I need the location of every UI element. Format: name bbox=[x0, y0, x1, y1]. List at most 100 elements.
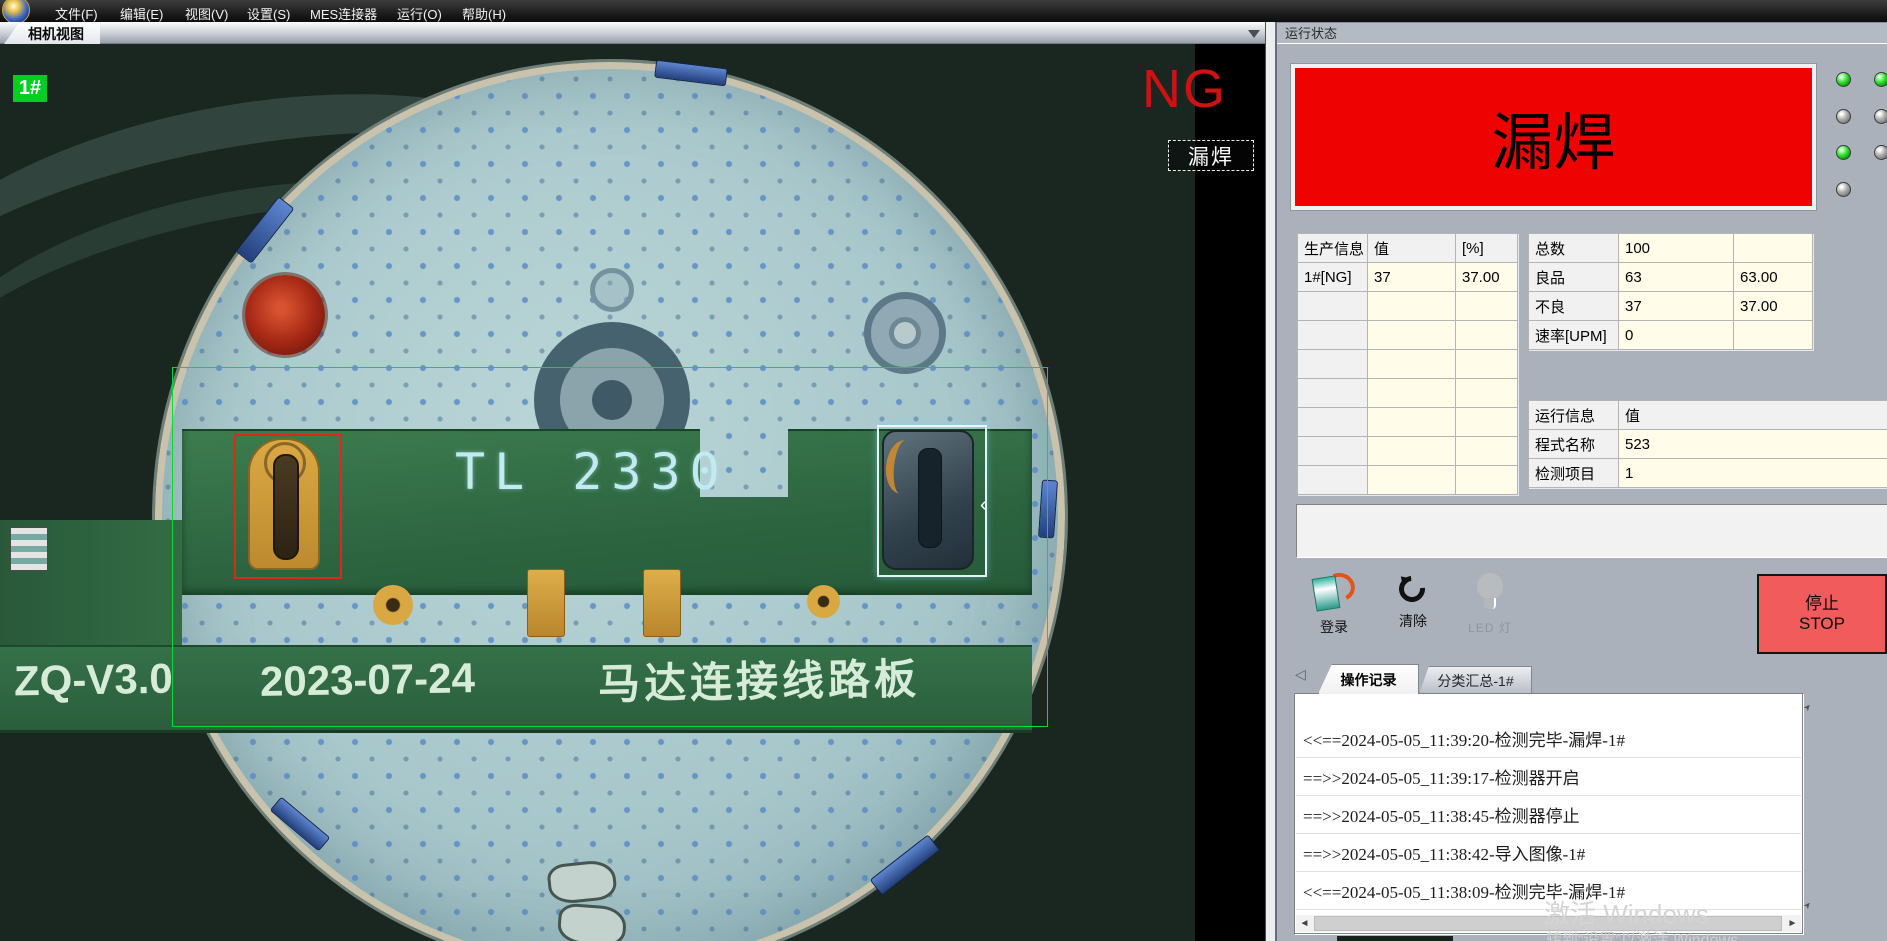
stop-button[interactable]: 停止 STOP bbox=[1757, 574, 1887, 654]
log-list: <<==2024-05-05_11:39:20-检测完毕-漏焊-1# ==>>2… bbox=[1296, 694, 1801, 910]
table-row bbox=[1298, 321, 1518, 350]
edge-component bbox=[10, 527, 48, 571]
led-indicator bbox=[1836, 72, 1851, 87]
count-value: 100 bbox=[1619, 234, 1734, 263]
production-header-cell: 值 bbox=[1368, 234, 1456, 263]
count-label: 总数 bbox=[1529, 234, 1619, 263]
clear-label: 清除 bbox=[1399, 611, 1427, 631]
bearing-inner bbox=[889, 317, 921, 349]
table-row bbox=[1298, 379, 1518, 408]
camera-image: TL 2330 ZQ-V3.0 2023-07-24 马达连接线路板 ‹ 1# bbox=[0, 44, 1195, 941]
small-hole bbox=[590, 268, 634, 312]
led-indicator bbox=[1874, 109, 1887, 124]
camera-view-panel[interactable]: TL 2330 ZQ-V3.0 2023-07-24 马达连接线路板 ‹ 1# … bbox=[0, 44, 1265, 941]
run-info-value: 523 bbox=[1619, 430, 1887, 459]
stop-label-en: STOP bbox=[1799, 614, 1845, 634]
alarm-frame: 漏焊 bbox=[1290, 63, 1817, 211]
camera-tabstrip: 相机视图 bbox=[0, 22, 1265, 44]
clear-button[interactable]: 清除 bbox=[1383, 573, 1443, 641]
log-entry: ==>>2024-05-05_11:38:45-检测器停止 bbox=[1296, 796, 1801, 834]
count-percent bbox=[1734, 321, 1813, 350]
status-panel-titlebar: 运行状态 bbox=[1277, 22, 1887, 44]
table-row bbox=[1298, 292, 1518, 321]
silk-version-text: ZQ-V3.0 bbox=[14, 655, 174, 706]
table-row: 良品 63 63.00 bbox=[1529, 263, 1813, 292]
result-ng-text: NG bbox=[1142, 58, 1227, 120]
menu-help[interactable]: 帮助(H) bbox=[462, 4, 506, 23]
production-cell: 37.00 bbox=[1456, 263, 1518, 292]
production-table: 生产信息 值 [%] 1#[NG] 37 37.00 bbox=[1297, 233, 1518, 495]
table-row: 1#[NG] 37 37.00 bbox=[1298, 263, 1518, 292]
menu-mes-connector[interactable]: MES连接器 bbox=[310, 4, 377, 23]
app-window: 文件(F) 编辑(E) 视图(V) 设置(S) MES连接器 运行(O) 帮助(… bbox=[0, 0, 1887, 941]
tab-camera-view[interactable]: 相机视图 bbox=[4, 23, 100, 44]
led-indicator bbox=[1836, 182, 1851, 197]
menu-file[interactable]: 文件(F) bbox=[55, 4, 98, 23]
resize-grip-icon: ➤ bbox=[1801, 899, 1814, 912]
menu-bar: 文件(F) 编辑(E) 视图(V) 设置(S) MES连接器 运行(O) 帮助(… bbox=[0, 0, 1887, 22]
login-badge-icon bbox=[1311, 573, 1357, 613]
tab-summary-1[interactable]: 分类汇总-1# bbox=[1419, 666, 1532, 694]
table-row bbox=[1298, 466, 1518, 495]
scroll-right-icon[interactable]: ► bbox=[1784, 915, 1801, 932]
log-entry: <<==2024-05-05_11:39:20-检测完毕-漏焊-1# bbox=[1296, 720, 1801, 758]
defect-label-tag: 漏焊 bbox=[1168, 140, 1254, 171]
bearing-circle bbox=[864, 292, 946, 374]
count-label: 良品 bbox=[1529, 263, 1619, 292]
production-header-cell: [%] bbox=[1456, 234, 1518, 263]
production-cell: 37 bbox=[1368, 263, 1456, 292]
production-header-cell: 生产信息 bbox=[1298, 234, 1368, 263]
table-row: 程式名称 523 bbox=[1529, 430, 1887, 459]
login-label: 登录 bbox=[1320, 617, 1348, 637]
run-info-label: 检测项目 bbox=[1529, 459, 1619, 488]
menu-run[interactable]: 运行(O) bbox=[397, 4, 442, 23]
led-indicator bbox=[1836, 145, 1851, 160]
table-row: 速率[UPM] 0 bbox=[1529, 321, 1813, 350]
count-value: 0 bbox=[1619, 321, 1734, 350]
menu-edit[interactable]: 编辑(E) bbox=[120, 4, 163, 23]
led-light-button[interactable]: LED 灯 bbox=[1452, 573, 1528, 641]
led-light-label: LED 灯 bbox=[1468, 619, 1512, 636]
table-row: 总数 100 bbox=[1529, 234, 1813, 263]
run-info-header: 值 bbox=[1619, 401, 1887, 430]
app-logo-icon[interactable] bbox=[2, 0, 30, 24]
menu-settings[interactable]: 设置(S) bbox=[247, 4, 290, 23]
scroll-left-icon[interactable]: ◄ bbox=[1296, 915, 1313, 932]
menu-view[interactable]: 视图(V) bbox=[185, 4, 228, 23]
count-value: 37 bbox=[1619, 292, 1734, 321]
panel-splitter[interactable] bbox=[1265, 22, 1277, 941]
tab-scroll-left-icon[interactable]: ◁ bbox=[1295, 666, 1306, 683]
status-panel-title: 运行状态 bbox=[1285, 23, 1337, 42]
run-info-value: 1 bbox=[1619, 459, 1887, 488]
table-row bbox=[1298, 350, 1518, 379]
table-row bbox=[1298, 437, 1518, 466]
count-percent: 37.00 bbox=[1734, 292, 1813, 321]
count-label: 不良 bbox=[1529, 292, 1619, 321]
log-entry: ==>>2024-05-05_11:38:42-导入图像-1# bbox=[1296, 834, 1801, 872]
run-info-label: 程式名称 bbox=[1529, 430, 1619, 459]
log-entry: ==>>2024-05-05_11:39:17-检测器开启 bbox=[1296, 758, 1801, 796]
tab-operation-log[interactable]: 操作记录 bbox=[1318, 664, 1419, 694]
roi-rect-red-defect bbox=[234, 434, 342, 579]
message-field[interactable] bbox=[1296, 504, 1887, 558]
clear-refresh-icon bbox=[1396, 573, 1430, 607]
run-info-table: 运行信息 值 程式名称 523 检测项目 1 bbox=[1528, 400, 1887, 488]
chevron-down-icon[interactable] bbox=[1248, 30, 1260, 38]
red-marker-dot bbox=[245, 275, 325, 355]
table-row: 检测项目 1 bbox=[1529, 459, 1887, 488]
production-cell: 1#[NG] bbox=[1298, 263, 1368, 292]
alarm-display: 漏焊 bbox=[1295, 68, 1812, 206]
led-indicator bbox=[1874, 145, 1887, 160]
table-row: 不良 37 37.00 bbox=[1529, 292, 1813, 321]
roi-pointer-mark: ‹ bbox=[980, 494, 987, 517]
taskbar-peek-strip bbox=[1337, 936, 1453, 941]
run-info-header: 运行信息 bbox=[1529, 401, 1619, 430]
table-row bbox=[1298, 408, 1518, 437]
windows-activation-watermark-sub: 转到“设置”以激活 Windows bbox=[1546, 926, 1738, 941]
lightbulb-icon bbox=[1475, 573, 1505, 613]
login-button[interactable]: 登录 bbox=[1302, 573, 1366, 641]
resize-grip-icon: ➤ bbox=[1801, 701, 1814, 714]
station-badge: 1# bbox=[13, 75, 47, 102]
count-percent bbox=[1734, 234, 1813, 263]
count-value: 63 bbox=[1619, 263, 1734, 292]
